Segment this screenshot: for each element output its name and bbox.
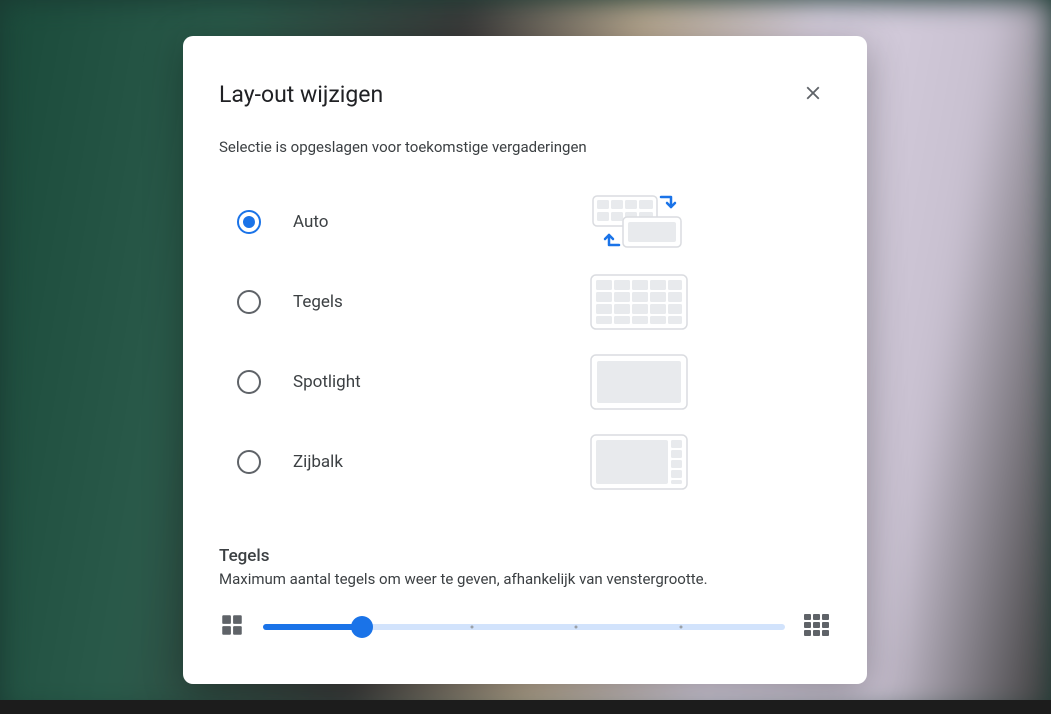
layout-spotlight-icon [589,353,689,411]
layout-tiled-icon [589,273,689,331]
option-left: Auto [237,210,328,234]
tiles-section: Tegels Maximum aantal tegels om weer te … [219,546,831,642]
option-left: Spotlight [237,370,361,394]
slider-fill [263,624,362,630]
layout-option-tiled[interactable]: Tegels [237,262,831,342]
slider-thumb[interactable] [351,616,373,638]
close-icon [802,82,824,107]
close-button[interactable] [795,76,831,112]
radio-auto [237,210,261,234]
option-label-sidebar: Zijbalk [293,452,343,472]
few-tiles-icon [219,612,245,642]
layout-auto-icon [589,193,689,251]
layout-options: Auto [219,182,831,502]
option-left: Zijbalk [237,450,343,474]
option-label-spotlight: Spotlight [293,372,361,392]
bottom-bar [0,700,1051,714]
tiles-description: Maximum aantal tegels om weer te geven, … [219,570,831,588]
layout-option-sidebar[interactable]: Zijbalk [237,422,831,502]
dialog-title: Lay-out wijzigen [219,81,383,108]
tiles-slider-row [219,612,831,642]
option-left: Tegels [237,290,343,314]
many-tiles-icon [803,612,831,642]
layout-option-auto[interactable]: Auto [237,182,831,262]
radio-sidebar [237,450,261,474]
slider-tick [470,626,473,629]
radio-spotlight [237,370,261,394]
change-layout-dialog: Lay-out wijzigen Selectie is opgeslagen … [183,36,867,684]
dialog-header: Lay-out wijzigen [219,76,831,112]
tiles-slider[interactable] [263,615,785,639]
tiles-heading: Tegels [219,546,831,566]
layout-sidebar-icon [589,433,689,491]
slider-tick [679,626,682,629]
layout-option-spotlight[interactable]: Spotlight [237,342,831,422]
radio-tiled [237,290,261,314]
slider-tick [575,626,578,629]
option-label-tiled: Tegels [293,292,343,312]
dialog-subtitle: Selectie is opgeslagen voor toekomstige … [219,138,831,156]
option-label-auto: Auto [293,212,328,232]
